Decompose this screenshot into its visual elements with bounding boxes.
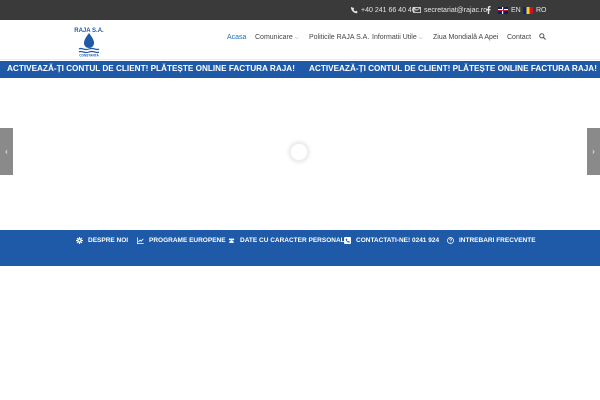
page: +40 241 66 40 46 secretariat@rajac.ro EN… [0,0,600,400]
nav-item-acasa[interactable]: Acasa [227,34,246,41]
nav-label: Informatii Utile [372,34,417,41]
chevron-right-icon: › [592,147,595,156]
users-icon [228,238,235,243]
nav-item-informatii-utile[interactable]: Informatii Utile ⌵ [372,34,423,41]
nav-item-politicile[interactable]: Politicile RAJA S.A. [309,34,369,41]
svg-text:CONSTANTA: CONSTANTA [79,54,99,58]
phone-link[interactable]: +40 241 66 40 46 [351,0,416,20]
quicklink-label: DATE CU CARACTER PERSONAL [240,237,345,244]
facebook-link[interactable] [486,0,491,20]
quicklink-label: DESPRE NOI [88,237,129,244]
hero-slider: ‹ › [0,78,600,230]
quicklink-label: CONTACTATI-NE! 0241 924 [356,237,440,244]
nav-label: Ziua Mondială A Apei [433,34,499,41]
quicklink-intrebari-frecvente[interactable]: INTREBARI FRECVENTE [447,237,536,244]
top-bar: +40 241 66 40 46 secretariat@rajac.ro EN… [0,0,600,20]
phone-icon [351,6,358,13]
quicklink-despre-noi[interactable]: DESPRE NOI [76,237,128,244]
lang-en-link[interactable]: EN [498,0,521,20]
phone-number: +40 241 66 40 46 [361,6,416,14]
quick-links-bar: DESPRE NOI PROGRAME EUROPENE DATE CU CAR… [0,230,600,266]
svg-text:RAJA S.A.: RAJA S.A. [74,28,104,34]
announcement-marquee[interactable]: ACTIVEAZĂ-ȚI CONTUL DE CLIENT! PLĂTEȘTE … [0,61,600,78]
nav-label: Comunicare [255,34,293,41]
search-icon [539,33,546,40]
search-button[interactable] [539,33,546,40]
quicklink-contact-phone[interactable]: CONTACTATI-NE! 0241 924 [344,237,439,244]
facebook-icon [486,6,491,14]
raja-logo[interactable]: RAJA S.A. CONSTANTA [72,25,106,57]
chevron-down-icon: ⌵ [294,34,299,41]
slider-prev-button[interactable]: ‹ [0,128,13,175]
slider-next-button[interactable]: › [587,128,600,175]
question-icon [447,237,454,244]
nav-label: Acasa [227,34,247,41]
quicklink-label: INTREBARI FRECVENTE [459,237,536,244]
email-address: secretariat@rajac.ro [424,6,488,14]
loading-spinner-icon [289,142,309,162]
envelope-icon [413,7,421,13]
header: RAJA S.A. CONSTANTA Acasa Comunicare ⌵ P… [0,20,600,60]
lang-ro-link[interactable]: RO [523,0,547,20]
lang-en-label: EN [511,6,521,14]
uk-flag-icon [498,6,508,14]
ro-flag-icon [523,6,533,14]
chevron-left-icon: ‹ [5,147,8,156]
gear-icon [76,237,83,244]
nav-item-comunicare[interactable]: Comunicare ⌵ [255,34,299,41]
email-link[interactable]: secretariat@rajac.ro [413,0,487,20]
chevron-down-icon: ⌵ [418,34,423,41]
lang-ro-label: RO [536,6,547,14]
quicklink-label: PROGRAME EUROPENE [149,237,226,244]
nav-label: Contact [507,34,532,41]
marquee-text-repeat: ACTIVEAZĂ-ȚI CONTUL DE CLIENT! PLĂTEȘTE … [309,64,597,73]
quicklink-date-personale[interactable]: DATE CU CARACTER PERSONAL [228,237,345,244]
chart-icon [137,237,144,244]
nav-label: Politicile RAJA S.A. [309,34,370,41]
quicklink-programe-europene[interactable]: PROGRAME EUROPENE [137,237,226,244]
marquee-text: ACTIVEAZĂ-ȚI CONTUL DE CLIENT! PLĂTEȘTE … [7,64,295,73]
nav-item-contact[interactable]: Contact [507,34,531,41]
phone-square-icon [344,237,351,244]
nav-item-ziua-mondiala[interactable]: Ziua Mondială A Apei [433,34,498,41]
